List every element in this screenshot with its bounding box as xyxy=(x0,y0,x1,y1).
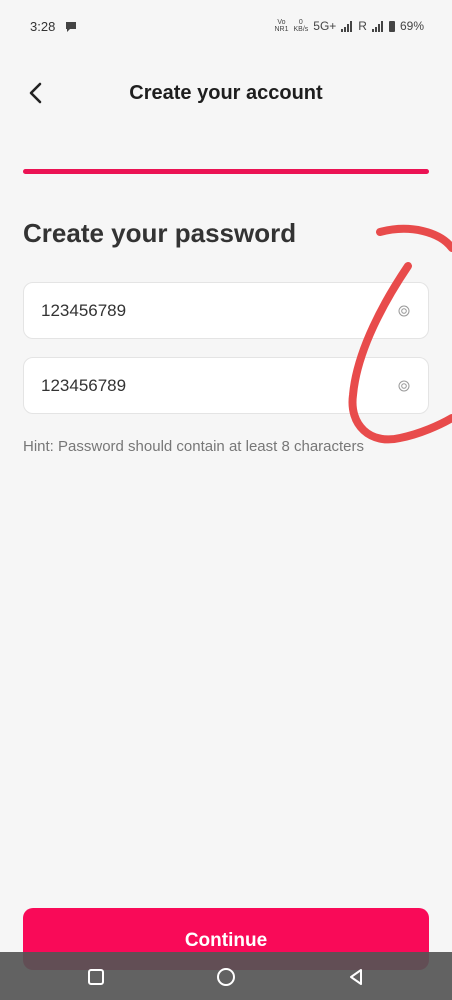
password-hint: Hint: Password should contain at least 8… xyxy=(23,438,365,455)
chat-bubble-icon xyxy=(66,22,76,32)
section-heading: Create your password xyxy=(23,218,297,248)
annotation-scribble xyxy=(348,224,452,444)
roaming-indicator: R xyxy=(358,19,367,33)
system-nav-bar xyxy=(0,952,452,1000)
progress-bar xyxy=(23,169,429,174)
confirm-password-input[interactable] xyxy=(41,358,381,413)
volte-indicator: Vo NR1 xyxy=(274,19,289,33)
progress-fill xyxy=(23,169,429,174)
signal-icon-2 xyxy=(371,20,383,32)
confirm-password-field[interactable] xyxy=(23,357,429,414)
square-icon[interactable] xyxy=(85,966,107,988)
password-field[interactable] xyxy=(23,282,429,339)
status-bar: 3:28 Vo NR1 0 KB/s 5G+ R 69% xyxy=(0,0,452,56)
eye-icon[interactable] xyxy=(398,305,410,317)
circle-icon[interactable] xyxy=(215,966,237,988)
chevron-left-icon[interactable] xyxy=(22,79,50,107)
password-input[interactable] xyxy=(41,283,381,338)
status-icons: Vo NR1 0 KB/s 5G+ R 69% xyxy=(274,19,424,33)
battery-level: 69% xyxy=(399,19,424,33)
status-time: 3:28 xyxy=(30,19,56,34)
signal-icon xyxy=(341,20,353,32)
network-type: 5G+ xyxy=(313,19,337,33)
continue-label: Continue xyxy=(184,930,268,951)
network-speed: 0 KB/s xyxy=(293,19,309,33)
page-title: Create your account xyxy=(129,82,323,104)
eye-icon[interactable] xyxy=(398,380,410,392)
triangle-icon[interactable] xyxy=(345,966,367,988)
battery-icon xyxy=(388,20,395,32)
